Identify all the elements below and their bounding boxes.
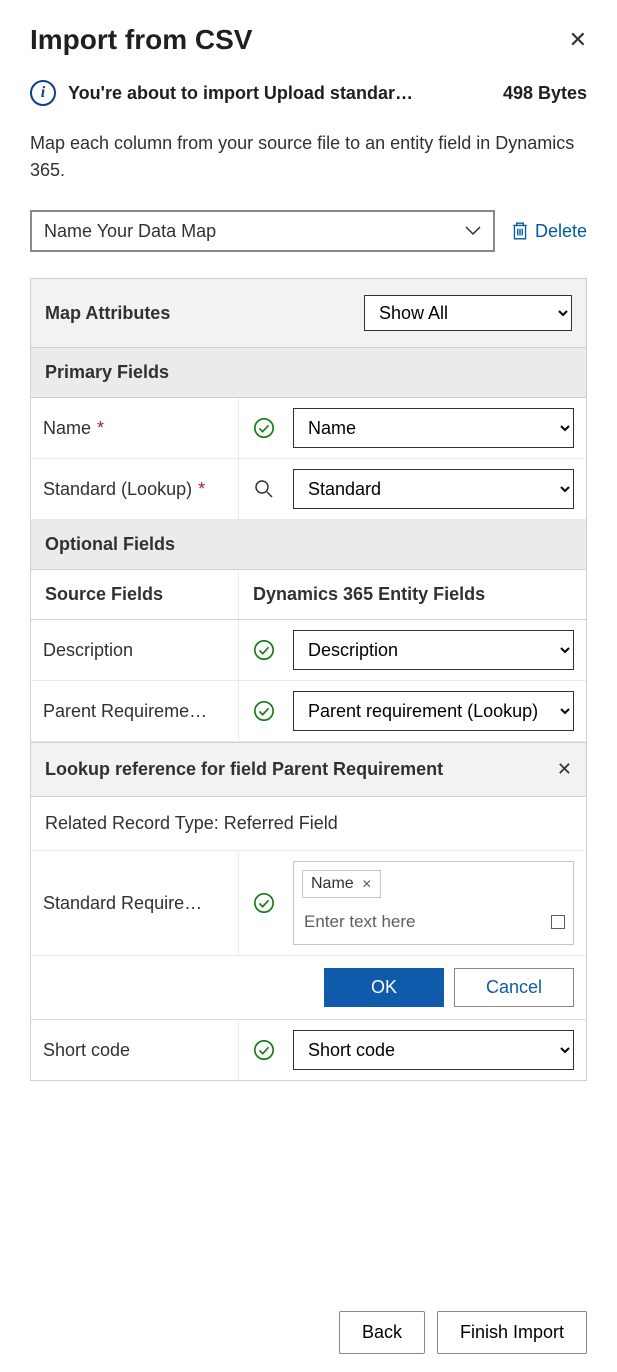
- field-label: Short code: [31, 1020, 239, 1080]
- lookup-reference-header: Lookup reference for field Parent Requir…: [31, 742, 586, 797]
- field-row-standard: Standard (Lookup)* Standard: [31, 459, 586, 520]
- field-row-parent-requirement: Parent Requireme… Parent requirement (Lo…: [31, 681, 586, 742]
- mapping-table: Map Attributes Show All Primary Fields N…: [30, 278, 587, 1081]
- close-icon[interactable]: ✕: [569, 27, 587, 53]
- field-label: Name*: [31, 398, 239, 458]
- ok-button[interactable]: OK: [324, 968, 444, 1007]
- primary-fields-header: Primary Fields: [31, 348, 586, 398]
- search-icon: [254, 479, 274, 499]
- map-attributes-label: Map Attributes: [45, 303, 170, 324]
- info-icon: i: [30, 80, 56, 106]
- field-row-description: Description Description: [31, 620, 586, 681]
- check-circle-icon: [253, 700, 275, 722]
- lookup-actions: OK Cancel: [31, 956, 586, 1020]
- field-select-description[interactable]: Description: [293, 630, 574, 670]
- lookup-text-input[interactable]: [302, 908, 551, 936]
- status-cell: [239, 1020, 289, 1080]
- expand-icon[interactable]: [551, 915, 565, 929]
- cancel-button[interactable]: Cancel: [454, 968, 574, 1007]
- field-label: Standard Require…: [31, 851, 239, 955]
- back-button[interactable]: Back: [339, 1311, 425, 1354]
- remove-tag-icon[interactable]: ✕: [362, 877, 372, 891]
- tag-label: Name: [311, 875, 354, 893]
- status-cell: [239, 851, 289, 955]
- file-size: 498 Bytes: [503, 83, 587, 104]
- field-select-standard[interactable]: Standard: [293, 469, 574, 509]
- status-cell: [239, 620, 289, 680]
- field-select-short-code[interactable]: Short code: [293, 1030, 574, 1070]
- check-circle-icon: [253, 417, 275, 439]
- lookup-title: Lookup reference for field Parent Requir…: [45, 759, 443, 780]
- info-banner: i You're about to import Upload standar……: [30, 80, 587, 106]
- field-row-name: Name* Name: [31, 398, 586, 459]
- finish-import-button[interactable]: Finish Import: [437, 1311, 587, 1354]
- data-map-select[interactable]: Name Your Data Map: [30, 210, 495, 252]
- panel-title: Import from CSV: [30, 24, 252, 56]
- field-select-parent-requirement[interactable]: Parent requirement (Lookup): [293, 691, 574, 731]
- check-circle-icon: [253, 1039, 275, 1061]
- chevron-down-icon: [465, 223, 481, 239]
- map-attributes-header: Map Attributes Show All: [31, 279, 586, 348]
- status-cell: [239, 459, 289, 519]
- close-icon[interactable]: ✕: [557, 759, 572, 780]
- info-message: You're about to import Upload standar…: [68, 83, 491, 104]
- status-cell: [239, 398, 289, 458]
- field-label: Standard (Lookup)*: [31, 459, 239, 519]
- optional-fields-header: Optional Fields: [31, 520, 586, 570]
- delete-button[interactable]: Delete: [511, 221, 587, 242]
- field-select-name[interactable]: Name: [293, 408, 574, 448]
- col-entity: Dynamics 365 Entity Fields: [239, 570, 586, 619]
- lookup-tag-input[interactable]: Name ✕: [293, 861, 574, 945]
- intro-text: Map each column from your source file to…: [30, 130, 587, 184]
- check-circle-icon: [253, 892, 275, 914]
- delete-label: Delete: [535, 221, 587, 242]
- show-all-select[interactable]: Show All: [364, 295, 572, 331]
- field-label: Parent Requireme…: [31, 681, 239, 741]
- field-row-short-code: Short code Short code: [31, 1020, 586, 1080]
- lookup-row-standard-requirement: Standard Require… Name ✕: [31, 851, 586, 956]
- col-source: Source Fields: [31, 570, 239, 619]
- status-cell: [239, 681, 289, 741]
- trash-icon: [511, 221, 529, 241]
- check-circle-icon: [253, 639, 275, 661]
- lookup-subtitle: Related Record Type: Referred Field: [31, 797, 586, 851]
- column-headers: Source Fields Dynamics 365 Entity Fields: [31, 570, 586, 620]
- data-map-value: Name Your Data Map: [44, 221, 216, 242]
- footer-actions: Back Finish Import: [339, 1311, 587, 1354]
- tag-name[interactable]: Name ✕: [302, 870, 381, 898]
- field-label: Description: [31, 620, 239, 680]
